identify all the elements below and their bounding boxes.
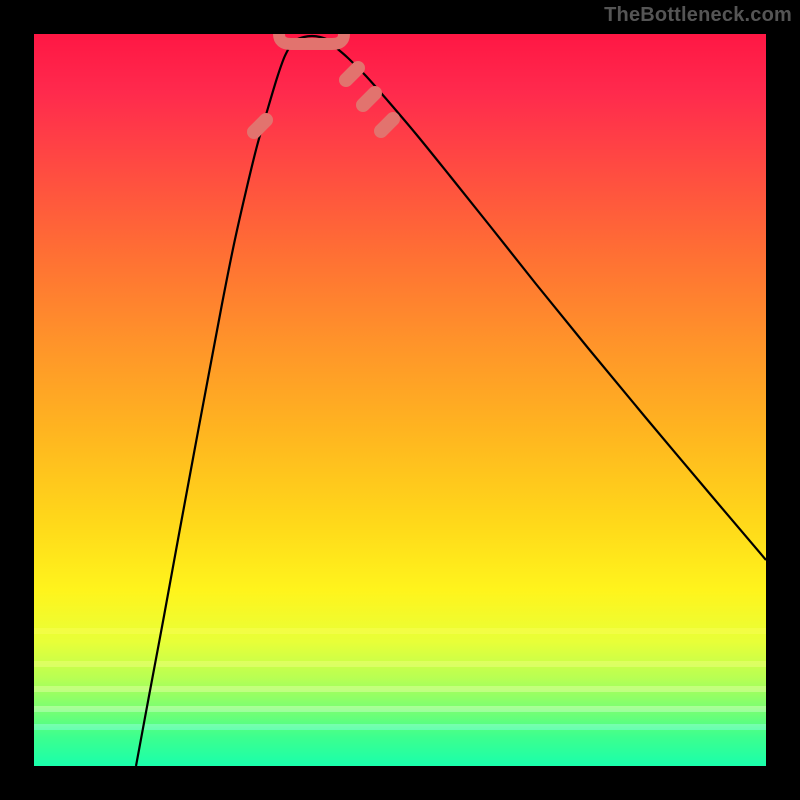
overlay-right-1 [346,68,358,80]
curve-right-branch [334,46,766,560]
watermark-text: TheBottleneck.com [604,4,792,27]
plot-area [34,34,766,766]
overlay-right-3 [381,119,393,131]
app-frame: TheBottleneck.com [0,0,800,800]
chart-svg [34,34,766,766]
overlay-right-2 [363,93,375,105]
overlay-left-dot [254,120,266,132]
curve-left-branch [136,46,290,766]
